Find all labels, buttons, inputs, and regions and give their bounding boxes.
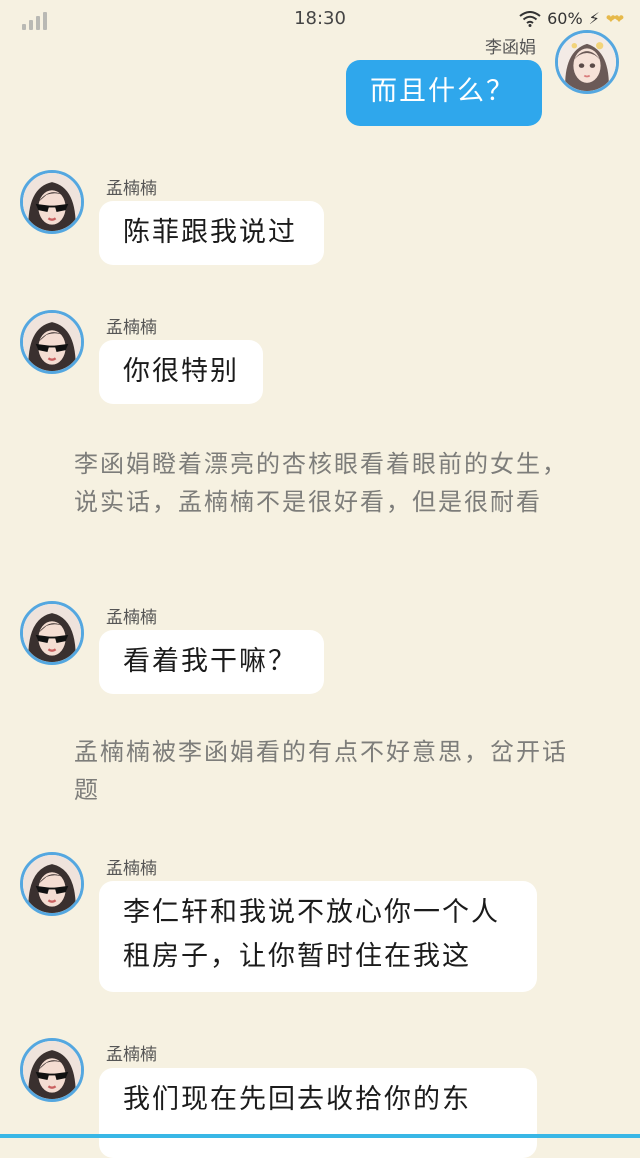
avatar-sunglasses-girl-icon — [23, 1041, 81, 1099]
status-bar: 18:30 60% ⚡ ❤❤ — [0, 0, 640, 40]
avatar-sunglasses-girl-icon — [23, 855, 81, 913]
message-bubble-received[interactable]: 李仁轩和我说不放心你一个人租房子，让你暂时住在我这 — [99, 881, 537, 992]
sender-name: 孟楠楠 — [106, 608, 157, 628]
message-bubble-received[interactable]: 你很特别 — [99, 340, 263, 404]
sender-name: 孟楠楠 — [106, 318, 157, 338]
message-bubble-sent[interactable]: 而且什么？ — [346, 60, 542, 126]
sender-name: 孟楠楠 — [106, 179, 157, 199]
avatar[interactable] — [20, 310, 84, 374]
charging-bolt-icon: ⚡ — [588, 9, 600, 28]
wifi-icon — [519, 10, 541, 27]
avatar-girl-icon — [558, 33, 616, 91]
sender-name: 孟楠楠 — [106, 1045, 157, 1065]
narration-text: 李函娟瞪着漂亮的杏核眼看着眼前的女生，说实话，孟楠楠不是很好看，但是很耐看 — [74, 450, 568, 516]
avatar-sunglasses-girl-icon — [23, 313, 81, 371]
avatar[interactable] — [555, 30, 619, 94]
sender-name: 孟楠楠 — [106, 859, 157, 879]
avatar-sunglasses-girl-icon — [23, 173, 81, 231]
message-bubble-received[interactable]: 我们现在先回去收拾你的东 — [99, 1068, 537, 1158]
hearts-icon: ❤❤ — [605, 11, 624, 26]
bottom-accent-bar — [0, 1134, 640, 1138]
avatar[interactable] — [20, 1038, 84, 1102]
narration-text: 孟楠楠被李函娟看的有点不好意思，岔开话题 — [74, 738, 568, 804]
avatar[interactable] — [20, 852, 84, 916]
avatar[interactable] — [20, 170, 84, 234]
sender-name: 李函娟 — [485, 38, 536, 58]
message-bubble-received[interactable]: 看着我干嘛？ — [99, 630, 324, 694]
avatar-sunglasses-girl-icon — [23, 604, 81, 662]
battery-percent: 60% — [547, 9, 583, 28]
message-bubble-received[interactable]: 陈菲跟我说过 — [99, 201, 324, 265]
avatar[interactable] — [20, 601, 84, 665]
